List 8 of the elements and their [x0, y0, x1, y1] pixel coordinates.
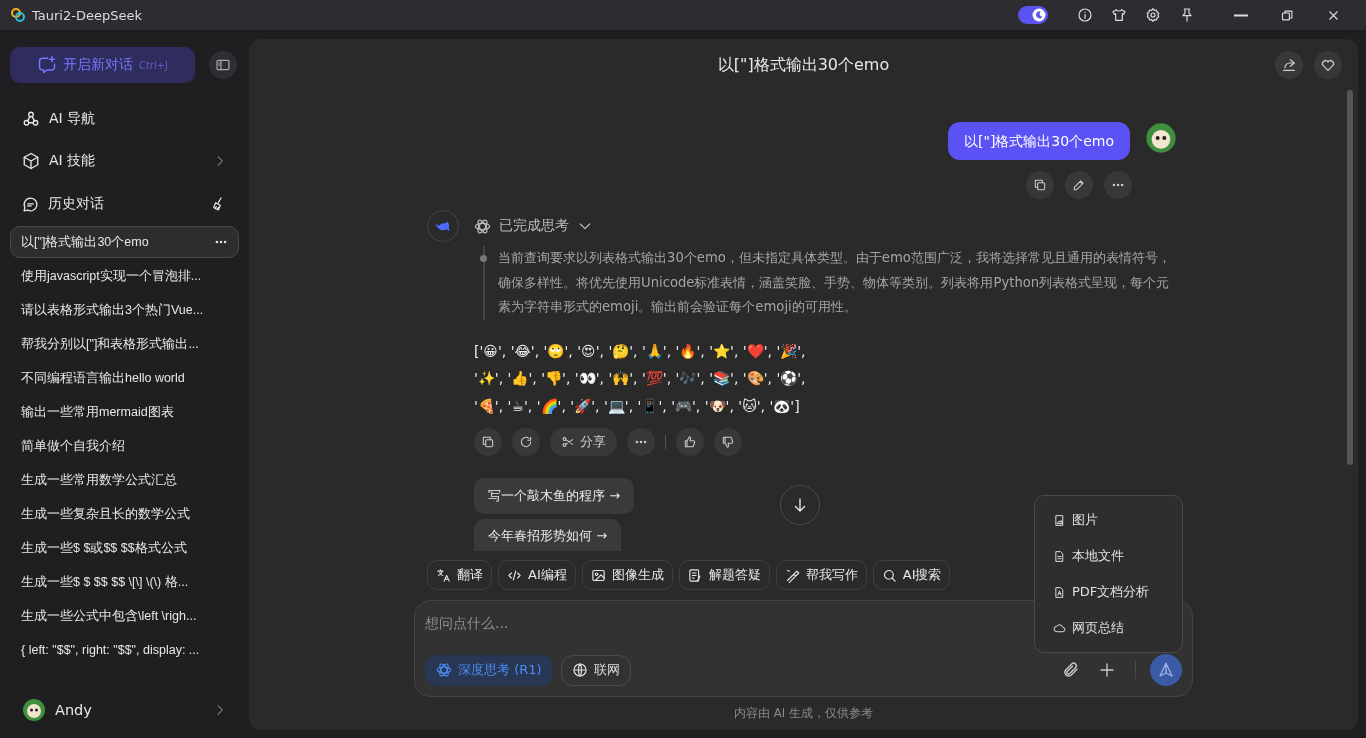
answer-line: ['😀', '😂', '🙄', '😍', '🤔', '🙏', '🔥', '⭐', '❤', '🎉',: [474, 341, 807, 361]
chat-title: 以["]格式输出30个emo: [717, 54, 890, 76]
user-message: 以["]格式输出30个emo: [948, 122, 1130, 160]
answer-line: '🍕', '☕', '🌈', '🚀', '💻', '📱', '🎮', '🐶', '🐱', '🐼']: [474, 396, 801, 416]
history-heading: 历史对话: [48, 195, 105, 213]
disclaimer-text: 内容由 AI 生成，仅供参考: [733, 705, 874, 722]
window-title: Tauri2-DeepSeek: [32, 7, 143, 23]
thinking-text: 当前查询要求以列表格式输出30个emo，但未指定具体类型。由于emo范围广泛，我将选择常见且通用的表情符号，确保多样性。将优先使用Unicode标准表情，涵盖笑脸、手势、物体等类别。列表将用Python列表格式呈现，每个元素为字符串形式的emoji。输出前会验证每个emoji的可用性。: [498, 250, 1171, 314]
